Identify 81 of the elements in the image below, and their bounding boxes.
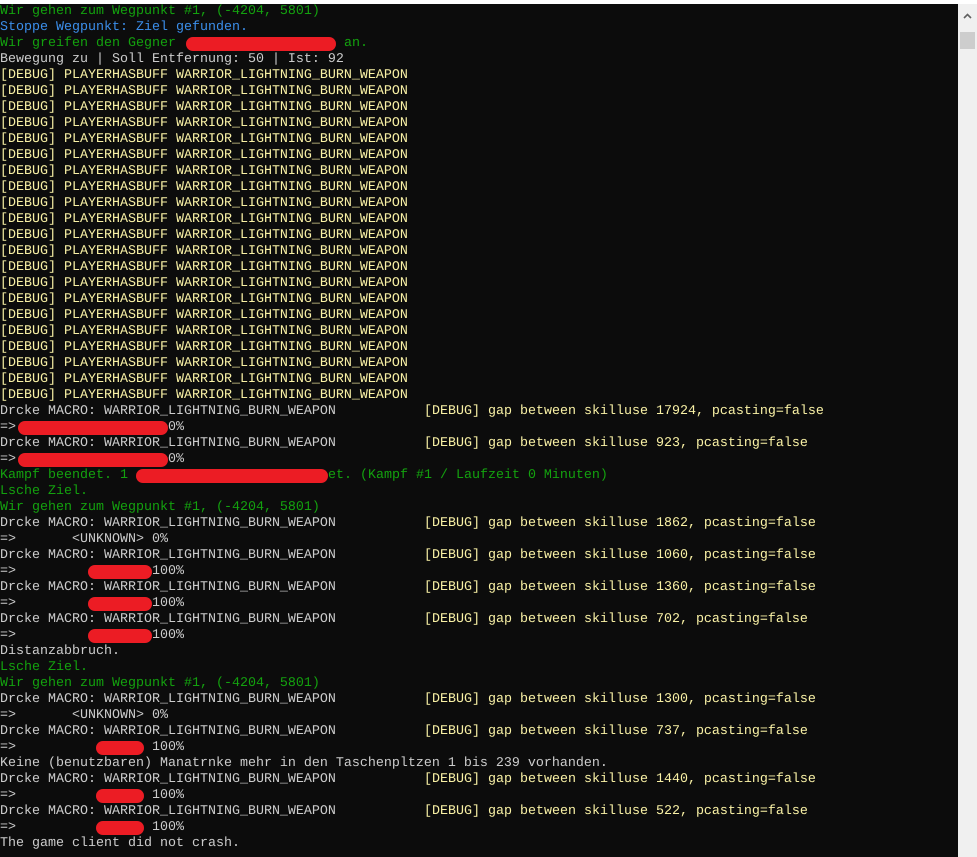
console-text: [DEBUG] PLAYERHASBUFF WARRIOR_LIGHTNING_BURN_WEAPON [0, 244, 408, 260]
console-text: [DEBUG] PLAYERHASBUFF WARRIOR_LIGHTNING_BURN_WEAPON [0, 132, 408, 148]
console-text: [DEBUG] gap between skilluse 1440, pcasting=false [424, 772, 816, 788]
console-text: Drcke MACRO: WARRIOR_LIGHTNING_BURN_WEAPON [0, 692, 336, 708]
scrollbar-thumb[interactable] [960, 32, 975, 49]
redaction-mark [96, 789, 144, 803]
console-text: 100% [152, 564, 184, 580]
console-text: The game client did not crash. [0, 836, 240, 852]
console-text: et. (Kampf #1 / Laufzeit 0 Minuten) [328, 468, 608, 484]
console-text: Drcke MACRO: WARRIOR_LIGHTNING_BURN_WEAPON [0, 516, 336, 532]
console-text: [DEBUG] gap between skilluse 1060, pcasting=false [424, 548, 816, 564]
console-text: => [0, 564, 16, 580]
console-text: 100% [152, 820, 184, 836]
console-text: [DEBUG] PLAYERHASBUFF WARRIOR_LIGHTNING_BURN_WEAPON [0, 260, 408, 276]
console-text: 0% [168, 420, 184, 436]
console-text: 100% [152, 788, 184, 804]
console-text: [DEBUG] PLAYERHASBUFF WARRIOR_LIGHTNING_BURN_WEAPON [0, 388, 408, 404]
console-text: => [0, 788, 16, 804]
console-text: [DEBUG] gap between skilluse 522, pcasting=false [424, 804, 808, 820]
console-text: Wir greifen den Gegner [0, 36, 177, 52]
console-text: [DEBUG] PLAYERHASBUFF WARRIOR_LIGHTNING_BURN_WEAPON [0, 292, 408, 308]
console-text: Lsche Ziel. [0, 484, 88, 500]
console-text: Wir gehen zum Wegpunkt #1, (-4204, 5801) [0, 4, 320, 20]
console-text: [DEBUG] gap between skilluse 1360, pcasting=false [424, 580, 816, 596]
console-text: [DEBUG] PLAYERHASBUFF WARRIOR_LIGHTNING_BURN_WEAPON [0, 228, 408, 244]
redaction-mark [88, 629, 152, 643]
console-text: [DEBUG] PLAYERHASBUFF WARRIOR_LIGHTNING_BURN_WEAPON [0, 356, 408, 372]
console-text: [DEBUG] PLAYERHASBUFF WARRIOR_LIGHTNING_BURN_WEAPON [0, 372, 408, 388]
console-text: [DEBUG] PLAYERHASBUFF WARRIOR_LIGHTNING_BURN_WEAPON [0, 212, 408, 228]
console-text: [DEBUG] PLAYERHASBUFF WARRIOR_LIGHTNING_BURN_WEAPON [0, 116, 408, 132]
console-text: Drcke MACRO: WARRIOR_LIGHTNING_BURN_WEAPON [0, 612, 336, 628]
console-text: => [0, 820, 16, 836]
console-text: 0% [168, 452, 184, 468]
console-text: Drcke MACRO: WARRIOR_LIGHTNING_BURN_WEAPON [0, 724, 336, 740]
console-text: [DEBUG] PLAYERHASBUFF WARRIOR_LIGHTNING_BURN_WEAPON [0, 324, 408, 340]
console-text: 100% [152, 596, 184, 612]
console-text: [DEBUG] PLAYERHASBUFF WARRIOR_LIGHTNING_BURN_WEAPON [0, 276, 408, 292]
redaction-mark [88, 597, 152, 611]
console-text: Drcke MACRO: WARRIOR_LIGHTNING_BURN_WEAPON [0, 804, 336, 820]
console-text: => [0, 740, 16, 756]
console-text: Wir gehen zum Wegpunkt #1, (-4204, 5801) [0, 676, 320, 692]
console-text: => <UNKNOWN> 0% [0, 708, 168, 724]
console-text: => [0, 596, 16, 612]
console-text: 100% [152, 628, 184, 644]
console-text: Kampf beendet. 1 [0, 468, 129, 484]
console-text: an. [342, 36, 368, 52]
console-text: [DEBUG] PLAYERHASBUFF WARRIOR_LIGHTNING_BURN_WEAPON [0, 164, 408, 180]
console-text: [DEBUG] gap between skilluse 923, pcasting=false [424, 436, 808, 452]
console-text: [DEBUG] gap between skilluse 1300, pcasting=false [424, 692, 816, 708]
console-text: [DEBUG] PLAYERHASBUFF WARRIOR_LIGHTNING_BURN_WEAPON [0, 196, 408, 212]
console-text: [DEBUG] PLAYERHASBUFF WARRIOR_LIGHTNING_BURN_WEAPON [0, 308, 408, 324]
console-text: Stoppe Wegpunkt: Ziel gefunden. [0, 20, 248, 36]
redaction-mark [96, 741, 144, 755]
console-text: [DEBUG] PLAYERHASBUFF WARRIOR_LIGHTNING_BURN_WEAPON [0, 340, 408, 356]
console-text: => <UNKNOWN> 0% [0, 532, 168, 548]
console-text: 100% [152, 740, 184, 756]
console-text: [DEBUG] PLAYERHASBUFF WARRIOR_LIGHTNING_BURN_WEAPON [0, 84, 408, 100]
console-text: [DEBUG] gap between skilluse 737, pcasting=false [424, 724, 808, 740]
console-text: Keine (benutzbaren) Manatrnke mehr in den Taschenpltzen 1 bis 239 vorhanden. [0, 756, 608, 772]
redaction-mark [96, 821, 144, 835]
console-text: Drcke MACRO: WARRIOR_LIGHTNING_BURN_WEAPON [0, 580, 336, 596]
console-text: Drcke MACRO: WARRIOR_LIGHTNING_BURN_WEAPON [0, 772, 336, 788]
console-text: [DEBUG] PLAYERHASBUFF WARRIOR_LIGHTNING_BURN_WEAPON [0, 180, 408, 196]
console-text: [DEBUG] gap between skilluse 702, pcasting=false [424, 612, 808, 628]
console-text: [DEBUG] PLAYERHASBUFF WARRIOR_LIGHTNING_BURN_WEAPON [0, 68, 408, 84]
console-text: Lsche Ziel. [0, 660, 88, 676]
console-text: Wir gehen zum Wegpunkt #1, (-4204, 5801) [0, 500, 320, 516]
console-text: [DEBUG] PLAYERHASBUFF WARRIOR_LIGHTNING_BURN_WEAPON [0, 100, 408, 116]
console-text: Drcke MACRO: WARRIOR_LIGHTNING_BURN_WEAPON [0, 436, 336, 452]
console-text: Drcke MACRO: WARRIOR_LIGHTNING_BURN_WEAPON [0, 548, 336, 564]
console-text: Drcke MACRO: WARRIOR_LIGHTNING_BURN_WEAPON [0, 404, 336, 420]
redaction-mark [88, 565, 152, 579]
console-text: Distanzabbruch. [0, 644, 120, 660]
console-text: => [0, 420, 16, 436]
console-text: [DEBUG] gap between skilluse 1862, pcasting=false [424, 516, 816, 532]
console-text: => [0, 628, 16, 644]
console-text: [DEBUG] PLAYERHASBUFF WARRIOR_LIGHTNING_BURN_WEAPON [0, 148, 408, 164]
scroll-up-icon[interactable] [963, 13, 972, 19]
console-text: => [0, 452, 16, 468]
console-text: Bewegung zu | Soll Entfernung: 50 | Ist: 92 [0, 52, 344, 68]
console-text: [DEBUG] gap between skilluse 17924, pcasting=false [424, 404, 824, 420]
